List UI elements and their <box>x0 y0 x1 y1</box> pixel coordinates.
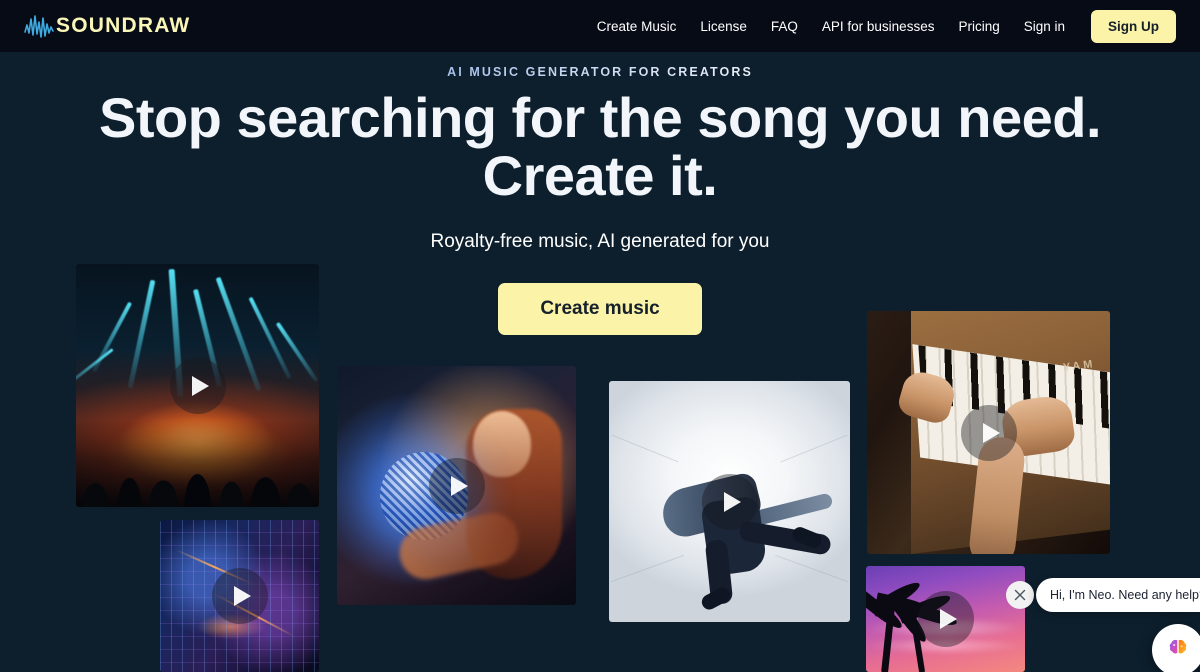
play-icon[interactable] <box>701 473 758 530</box>
media-card-piano[interactable]: YAM <box>867 311 1110 554</box>
nav-license[interactable]: License <box>700 19 747 34</box>
nav-create-music[interactable]: Create Music <box>597 19 677 34</box>
sign-up-button[interactable]: Sign Up <box>1091 9 1176 43</box>
brain-avatar-icon <box>1165 636 1191 665</box>
chat-close-button[interactable] <box>1006 581 1034 609</box>
media-card-disco[interactable] <box>337 366 576 605</box>
nav-pricing[interactable]: Pricing <box>958 19 999 34</box>
sound-wave-icon <box>24 13 54 39</box>
main-navigation: Create Music License FAQ API for busines… <box>597 9 1176 43</box>
hero-headline-line2: Create it. <box>482 143 718 207</box>
hero-headline-line1: Stop searching for the song you need. <box>98 86 1102 149</box>
play-icon[interactable] <box>169 357 226 414</box>
hero-subtitle: Royalty-free music, AI generated for you <box>430 231 770 253</box>
brand-name: SOUNDRAW <box>56 14 191 37</box>
play-icon[interactable] <box>917 591 974 647</box>
media-card-tropical[interactable] <box>866 566 1025 672</box>
hero-eyebrow: AI MUSIC GENERATOR FOR CREATORS <box>0 65 1200 79</box>
media-card-concert[interactable] <box>76 264 319 507</box>
play-icon[interactable] <box>960 404 1017 461</box>
brand-logo[interactable]: SOUNDRAW <box>24 13 190 39</box>
nav-sign-in[interactable]: Sign in <box>1024 19 1065 34</box>
hero-headline: Stop searching for the song you need. Cr… <box>0 89 1200 204</box>
media-card-dancer[interactable] <box>609 381 850 622</box>
play-icon[interactable] <box>428 457 485 514</box>
play-icon[interactable] <box>211 568 268 624</box>
nav-api-for-businesses[interactable]: API for businesses <box>822 19 935 34</box>
nav-faq[interactable]: FAQ <box>771 19 798 34</box>
create-music-button[interactable]: Create music <box>498 283 702 336</box>
chat-launcher-button[interactable] <box>1152 624 1200 672</box>
chat-greeting-bubble[interactable]: Hi, I'm Neo. Need any help? <box>1036 578 1200 612</box>
site-header: SOUNDRAW Create Music License FAQ API fo… <box>0 0 1200 52</box>
media-card-city[interactable] <box>160 520 319 672</box>
close-icon <box>1014 589 1026 601</box>
